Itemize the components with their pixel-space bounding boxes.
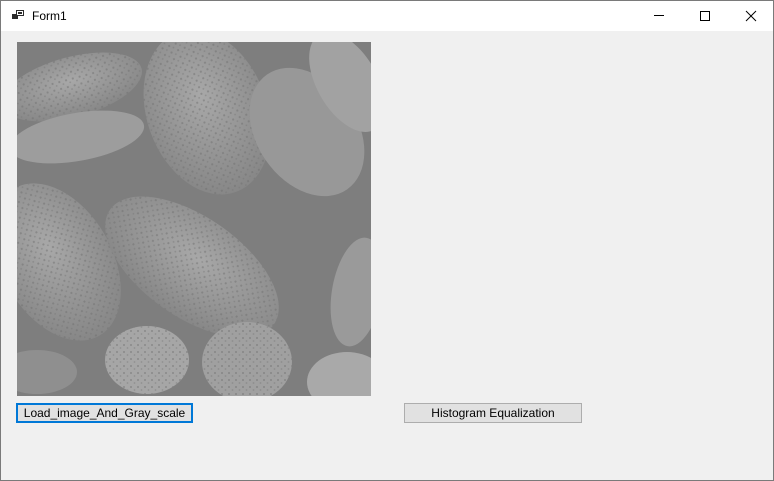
title-bar[interactable]: Form1 — [1, 1, 773, 31]
close-icon — [745, 10, 757, 22]
load-image-button[interactable]: Load_image_And_Gray_scale — [16, 403, 193, 423]
maximize-button[interactable] — [682, 1, 728, 31]
app-window-icon — [12, 9, 26, 23]
minimize-button[interactable] — [636, 1, 682, 31]
maximize-icon — [700, 11, 710, 21]
form-window: Form1 Load_image_And_Gray_scale Histogra… — [0, 0, 774, 481]
client-area: Load_image_And_Gray_scale Histogram Equa… — [1, 31, 773, 480]
grayscale-image — [17, 42, 371, 396]
minimize-icon — [654, 15, 664, 16]
window-title: Form1 — [32, 9, 67, 23]
close-button[interactable] — [728, 1, 773, 31]
picture-box — [17, 42, 371, 396]
histogram-equalization-button[interactable]: Histogram Equalization — [404, 403, 582, 423]
